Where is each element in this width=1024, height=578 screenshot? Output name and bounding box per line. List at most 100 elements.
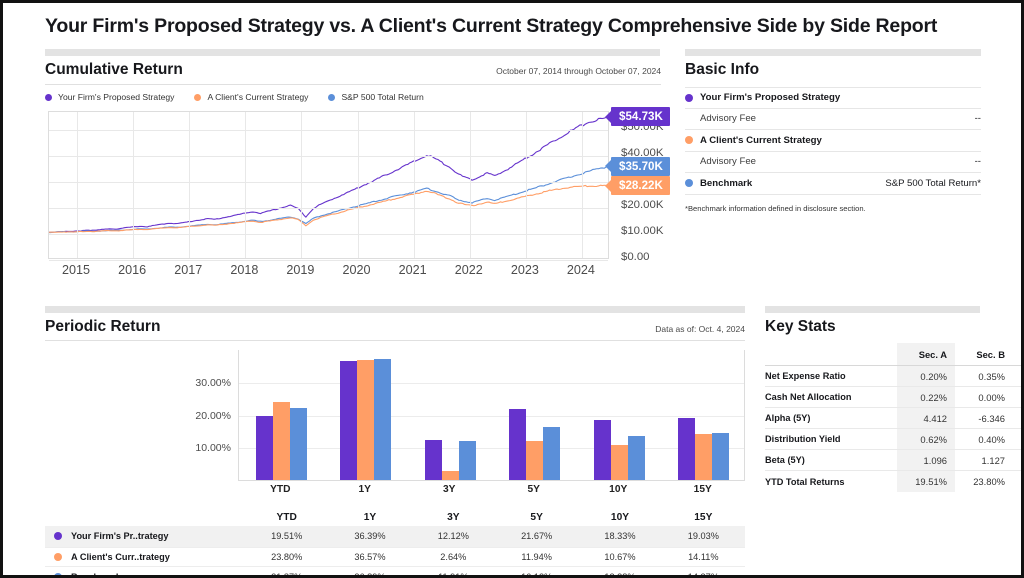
key-stats-value-b: 0.40% <box>978 433 1005 445</box>
cumulative-x-axis: 2015 2016 2017 2018 2019 2020 2021 2022 2023 2024 <box>48 263 609 285</box>
y-axis-tick-label: 10.00% <box>195 442 231 455</box>
key-stats-row: Net Expense Ratio 0.20% 0.35% <box>765 366 1021 387</box>
basic-info-footnote: *Benchmark information defined in disclo… <box>685 203 866 213</box>
bar-group <box>509 409 561 480</box>
page-title: Your Firm's Proposed Strategy vs. A Clie… <box>45 15 938 37</box>
table-cell: 10.67% <box>604 551 636 562</box>
legend-dot-icon <box>45 93 52 101</box>
x-axis-tick-label: 2015 <box>62 263 91 277</box>
table-cell: 12.12% <box>437 531 469 542</box>
key-stats-value-a: 19.51% <box>915 476 947 487</box>
value-callout-badge: $35.70K <box>611 156 670 176</box>
bar <box>526 440 544 480</box>
gridline-vertical <box>470 112 471 258</box>
x-axis-tick-label: 3Y <box>443 484 456 495</box>
x-axis-tick-label: 2019 <box>286 263 315 277</box>
accent-bar-key-stats <box>765 306 980 313</box>
y-axis-tick-label: $10.00K <box>621 225 664 238</box>
basic-info-strategy-row: Benchmark S&P 500 Total Return* <box>685 173 981 195</box>
table-cell: 21.87% <box>271 572 303 578</box>
value-callout-badge: $28.22K <box>611 176 670 196</box>
series-dot-icon <box>685 136 693 145</box>
legend-item: A Client's Current Strategy <box>194 92 308 102</box>
row-left: A Client's Current Strategy <box>685 135 822 146</box>
x-axis-tick-label: 2022 <box>454 263 483 277</box>
key-stats-value-a: 0.20% <box>920 370 947 382</box>
bar <box>458 441 476 480</box>
y-axis-tick-label: $20.00K <box>621 199 664 212</box>
table-column-header: 15Y <box>694 511 713 523</box>
gridline-vertical <box>301 112 302 258</box>
table-cell: 2.64% <box>440 551 467 562</box>
gridline-vertical <box>414 112 415 258</box>
key-stats-value-a: 0.22% <box>920 391 947 403</box>
report-page: Your Firm's Proposed Strategy vs. A Clie… <box>0 0 1024 578</box>
bar <box>441 471 459 480</box>
periodic-x-axis: YTD 1Y 3Y 5Y 10Y 15Y <box>238 484 745 500</box>
table-cell: 19.03% <box>687 531 719 542</box>
divider <box>45 84 661 85</box>
x-axis-tick-label: 5Y <box>527 484 540 495</box>
periodic-y-axis: 10.00% 20.00% 30.00% <box>165 350 231 481</box>
bar <box>272 402 290 480</box>
key-stats-label: Net Expense Ratio <box>765 371 846 381</box>
key-stats-row: Beta (5Y) 1.096 1.127 <box>765 450 1021 471</box>
gridline-vertical <box>245 112 246 258</box>
key-stats-header-row: Sec. A Sec. B <box>765 343 1021 366</box>
basic-info-rows: Your Firm's Proposed Strategy Advisory Fe… <box>685 87 981 195</box>
table-cell: 23.80% <box>271 551 303 562</box>
basic-info-label: Benchmark <box>700 177 753 189</box>
accent-bar-cumulative <box>45 49 660 56</box>
series-dot-icon <box>685 179 693 188</box>
bar <box>424 440 442 480</box>
x-axis-tick-label: 2020 <box>342 263 371 277</box>
key-stats-label: Alpha (5Y) <box>765 413 811 423</box>
x-axis-tick-label: 15Y <box>693 484 712 495</box>
key-stats-value-b: 23.80% <box>973 476 1005 487</box>
bar <box>593 419 611 480</box>
table-cell: 21.67% <box>521 531 553 542</box>
table-row-label: A Client's Curr..trategy <box>71 551 170 562</box>
x-axis-tick-label: 1Y <box>358 484 371 495</box>
table-cell: 13.38% <box>604 572 636 578</box>
legend-dot-icon <box>194 93 202 101</box>
periodic-return-panel: Periodic Return Data as of: Oct. 4, 2024… <box>45 318 745 500</box>
gridline-vertical <box>77 112 78 258</box>
basic-info-label: Advisory Fee <box>700 156 756 168</box>
value-callout-label: $28.22K <box>619 179 663 193</box>
table-column-header: 5Y <box>530 511 543 523</box>
gridline-vertical <box>526 112 527 258</box>
series-dot-icon <box>54 532 62 541</box>
table-header-cells: YTD 1Y 3Y 5Y 10Y 15Y <box>245 512 745 523</box>
basic-info-label: A Client's Current Strategy <box>700 134 822 146</box>
cumulative-header: Cumulative Return October 07, 2014 throu… <box>45 61 661 83</box>
basic-info-strategy-row: A Client's Current Strategy <box>685 130 981 152</box>
cumulative-chart: $0.00$10.00K$20.00K$30.00K$40.00K$50.00K… <box>45 107 670 291</box>
bar <box>627 436 645 480</box>
basic-info-value: -- <box>974 113 981 125</box>
key-stats-value-b: 1.127 <box>981 454 1005 466</box>
key-stats-column-header: Sec. A <box>918 348 947 360</box>
table-cell: 36.89% <box>354 572 386 578</box>
table-row-label: Your Firm's Pr..trategy <box>71 531 169 542</box>
periodic-bar-chart: 10.00% 20.00% 30.00% YTD 1Y 3Y 5Y 10Y 15Y <box>45 350 745 500</box>
periodic-data-as-of: Data as of: Oct. 4, 2024 <box>655 324 745 334</box>
key-stats-label: YTD Total Returns <box>765 476 845 487</box>
gridline-horizontal <box>49 260 608 261</box>
bar <box>695 433 713 480</box>
bar <box>289 408 307 480</box>
table-column-header: YTD <box>276 511 297 523</box>
key-stats-row: Alpha (5Y) 4.412 -6.346 <box>765 408 1021 429</box>
key-stats-rows: Sec. A Sec. B Net Expense Ratio 0.20% 0.35% C… <box>765 343 1021 492</box>
table-cell: 11.91% <box>438 572 469 578</box>
basic-info-detail-row: Advisory Fee -- <box>685 109 981 130</box>
legend-label: A Client's Current Strategy <box>207 92 309 102</box>
cumulative-date-range: October 07, 2014 through October 07, 202… <box>496 66 661 76</box>
table-header-row: YTD 1Y 3Y 5Y 10Y 15Y <box>45 508 745 526</box>
table-row: Your Firm's Pr..trategy 19.51% 36.39% 12.12… <box>45 526 745 547</box>
bar-group <box>678 417 730 480</box>
x-axis-tick-label: 2023 <box>510 263 539 277</box>
table-cell: 14.11% <box>688 551 719 562</box>
bar-group <box>593 419 645 480</box>
key-stats-value-a: 1.096 <box>923 454 947 466</box>
